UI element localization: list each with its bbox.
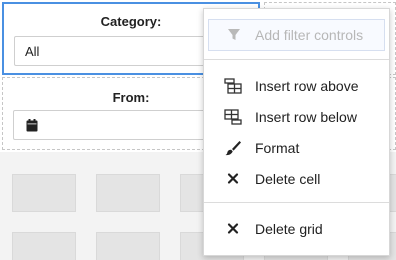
menu-separator	[204, 59, 389, 60]
menu-item-label: Delete cell	[255, 171, 321, 187]
calendar-icon[interactable]	[26, 119, 38, 132]
insert-row-above-icon	[224, 78, 242, 94]
close-icon	[224, 221, 242, 237]
grid-placeholder-tile	[96, 174, 160, 212]
menu-item-label: Insert row below	[255, 109, 357, 125]
menu-item-label: Delete grid	[255, 221, 323, 237]
menu-separator	[204, 202, 389, 203]
category-select-value: All	[25, 44, 40, 59]
menu-item-delete-grid[interactable]: Delete grid	[204, 213, 389, 243]
grid-placeholder-tile	[96, 232, 160, 260]
menu-item-delete-cell[interactable]: Delete cell	[204, 163, 389, 193]
grid-placeholder-tile	[12, 174, 76, 212]
dashboard-canvas: Category: All From: Add filter controls …	[0, 0, 396, 260]
menu-item-insert-row-above[interactable]: Insert row above	[204, 70, 389, 100]
menu-item-label: Add filter controls	[255, 27, 364, 43]
context-menu: Add filter controls Insert row above Ins…	[203, 8, 390, 256]
grid-placeholder-tile	[12, 232, 76, 260]
menu-item-insert-row-below[interactable]: Insert row below	[204, 101, 389, 131]
menu-item-label: Format	[255, 140, 300, 156]
menu-item-add-filter-controls: Add filter controls	[208, 19, 385, 51]
paintbrush-icon	[224, 140, 242, 156]
filter-icon	[225, 27, 243, 43]
insert-row-below-icon	[224, 109, 242, 125]
close-icon	[224, 171, 242, 187]
menu-item-format[interactable]: Format	[204, 132, 389, 162]
menu-item-label: Insert row above	[255, 78, 359, 94]
